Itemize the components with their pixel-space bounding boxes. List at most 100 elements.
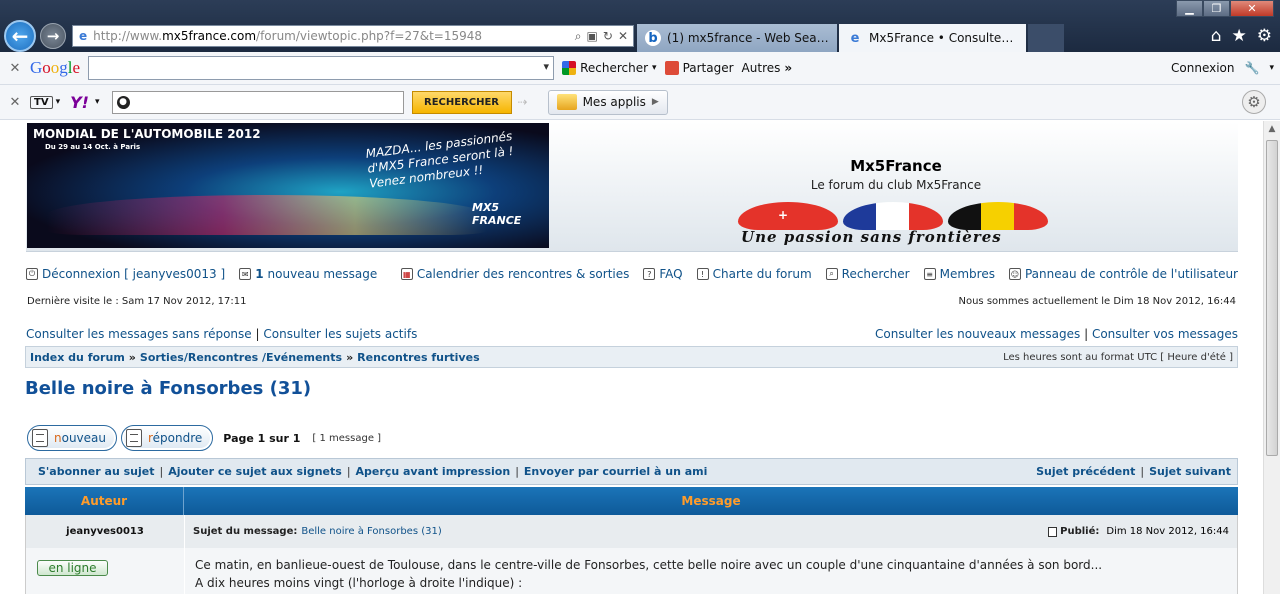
search-link[interactable]: ⌕ Rechercher [825,267,910,281]
print-preview-link[interactable]: Aperçu avant impression [356,465,511,478]
ucp-link[interactable]: ☺ Panneau de contrôle de l'utilisateur [1008,267,1238,281]
close-toolbar-icon[interactable]: ✕ [0,95,30,110]
new-posts-link[interactable]: Consulter les nouveaux messages [875,327,1080,341]
banner-dates: Du 29 au 14 Oct. à Paris [45,143,141,151]
yahoo-logo[interactable]: Y! [70,93,89,112]
unanswered-link[interactable]: Consulter les messages sans réponse [26,327,252,341]
logout-label: Déconnexion [ jeanyves0013 ] [42,267,226,281]
previous-topic-link[interactable]: Sujet précédent [1036,465,1135,478]
chevron-right-icon: ⇢ [517,95,528,109]
faq-link[interactable]: ? FAQ [643,267,683,281]
post-subject-link[interactable]: Belle noire à Fonsorbes (31) [301,526,441,537]
tab-mx5france[interactable]: e Mx5France • Consulter le su... [839,24,1026,52]
chevron-down-icon[interactable]: ▾ [56,97,61,107]
topic-actions: nouveau répondre Page 1 sur 1 [ 1 messag… [27,425,381,451]
address-url[interactable]: http://www.mx5france.com/forum/viewtopic… [93,29,575,43]
breadcrumb: Index du forum» Sorties/Rencontres /Evéne… [25,346,1238,368]
yahoo-search-button[interactable]: RECHERCHER [411,90,512,114]
home-icon[interactable]: ⌂ [1211,26,1222,46]
topic-tools-bar: S'abonner au sujet | Ajouter ce sujet aux… [25,458,1238,485]
new-messages-count: 1 [255,267,264,281]
tv-icon[interactable]: TV [30,95,53,109]
yahoo-search-input[interactable]: ● [111,90,404,114]
my-apps-button[interactable]: Mes applis ▶ [547,89,668,115]
connexion-link[interactable]: Connexion [1171,61,1235,75]
settings-gear-icon[interactable]: ⚙ [1257,26,1272,46]
site-name[interactable]: Mx5France [671,157,1121,175]
apps-icon [556,94,577,110]
close-window-icon[interactable]: ✕ [1230,0,1274,17]
last-visit-text: Dernière visite le : Sam 17 Nov 2012, 17… [27,296,247,307]
mondial-banner[interactable]: MONDIAL DE L'AUTOMOBILE 2012 Du 29 au 14… [27,123,549,248]
google-rechercher-button[interactable]: Rechercher ▾ [562,61,657,75]
breadcrumb-rencontres[interactable]: Rencontres furtives [357,351,479,364]
forum-header: MONDIAL DE L'AUTOMOBILE 2012 Du 29 au 14… [26,122,1238,252]
charter-link[interactable]: ! Charte du forum [696,267,812,281]
banner-car-image [47,195,487,235]
tab-label: Mx5France • Consulter le su... [869,31,1018,45]
address-bar[interactable]: e http://www.mx5france.com/forum/viewtop… [72,25,634,47]
tab-web-search[interactable]: b (1) mx5france - Web Search Re... [637,24,837,52]
post-icon[interactable] [1048,526,1058,537]
back-button[interactable]: ← [4,20,36,52]
logout-link[interactable]: ⏻ Déconnexion [ jeanyves0013 ] [26,267,225,281]
post-author[interactable]: jeanyves0013 [26,515,185,548]
rechercher-label: Rechercher [580,61,649,75]
reply-button[interactable]: répondre [121,425,214,451]
email-friend-link[interactable]: Envoyer par courriel à un ami [524,465,708,478]
breadcrumb-forum-index[interactable]: Index du forum [30,351,125,364]
calendar-link[interactable]: ▦ Calendrier des rencontres & sorties [400,267,629,281]
double-chevron-icon: » [784,61,793,75]
tab-label: (1) mx5france - Web Search Re... [667,31,829,45]
active-topics-link[interactable]: Consulter les sujets actifs [263,327,417,341]
separator: | [1140,465,1145,478]
posted-date-value: Dim 18 Nov 2012, 16:44 [1106,526,1229,537]
message-icon: ✉ [239,268,252,280]
stop-icon[interactable]: ✕ [618,29,628,43]
toolbar-settings-gear-icon[interactable]: ⚙ [1242,90,1266,114]
scrollbar-thumb[interactable] [1266,140,1278,456]
user-menu: ⏻ Déconnexion [ jeanyves0013 ] ✉ 1 nouveau … [26,267,1238,281]
next-topic-link[interactable]: Sujet suivant [1149,465,1231,478]
new-topic-button[interactable]: nouveau [27,425,117,451]
favorites-star-icon[interactable]: ★ [1232,26,1247,46]
new-messages-link[interactable]: ✉ 1 nouveau message [239,267,377,281]
close-toolbar-icon[interactable]: ✕ [0,61,30,76]
separator: | [1084,327,1089,341]
french-car-image [843,202,943,230]
new-tab-button[interactable] [1028,24,1064,52]
minimize-icon[interactable]: ▁ [1176,0,1203,17]
autres-label: Autres [741,61,781,75]
subscribe-link[interactable]: S'abonner au sujet [38,465,154,478]
charter-label: Charte du forum [712,267,812,281]
forum-page: MONDIAL DE L'AUTOMOBILE 2012 Du 29 au 14… [0,121,1263,594]
new-topic-label: nouveau [54,431,106,445]
members-link[interactable]: ≡ Membres [923,267,995,281]
scroll-up-arrow-icon[interactable]: ▲ [1264,121,1280,138]
ie-page-icon: e [79,29,88,43]
logout-icon: ⏻ [26,268,38,280]
post-text-line: A dix heures moins vingt (l'horloge à dr… [195,576,523,590]
vertical-scrollbar[interactable]: ▲ [1263,121,1280,594]
chevron-down-icon[interactable]: ▾ [95,97,100,107]
bookmark-link[interactable]: Ajouter ce sujet aux signets [168,465,342,478]
your-posts-link[interactable]: Consulter vos messages [1092,327,1238,341]
post-body-row: en ligne Ce matin, en banlieue-ouest de … [25,548,1238,594]
autres-button[interactable]: Autres » [742,61,793,75]
partager-button[interactable]: Partager [664,61,734,75]
forward-button[interactable]: → [40,23,66,49]
search-icon[interactable]: ⌕ [575,29,582,44]
google-search-input[interactable] [88,56,555,80]
maximize-icon[interactable]: ❐ [1203,0,1230,17]
post-date: Publié: Dim 18 Nov 2012, 16:44 [1048,526,1229,537]
breadcrumb-sorties[interactable]: Sorties/Rencontres /Evénements [140,351,342,364]
ie-page-icon: e [850,30,860,46]
wrench-icon[interactable]: 🔧 [1245,61,1260,75]
chevron-down-icon[interactable]: ▾ [1269,63,1274,73]
window-controls: ▁ ❐ ✕ [1176,0,1274,17]
compat-icon[interactable]: ▣ [587,29,598,43]
post-header-row: jeanyves0013 Sujet du message: Belle noi… [25,515,1238,548]
online-status-badge: en ligne [37,560,108,576]
refresh-icon[interactable]: ↻ [603,29,613,43]
topic-title[interactable]: Belle noire à Fonsorbes (31) [25,378,311,399]
